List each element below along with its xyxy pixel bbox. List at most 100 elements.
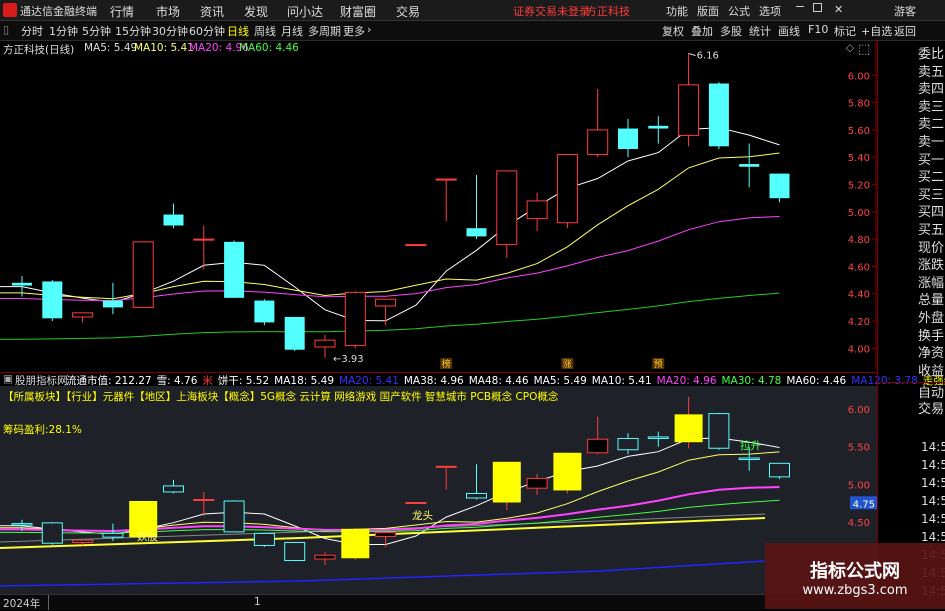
draw-line-button[interactable]: 画线 (778, 23, 800, 39)
candle-body (526, 200, 548, 220)
login-notice[interactable]: 证券交易未登录 (513, 3, 590, 19)
y-tick-label: 4.80 (848, 235, 870, 246)
multi-stock-button[interactable]: 多股 (720, 23, 742, 39)
candle-body (314, 339, 336, 348)
page-number: 1 (254, 596, 261, 608)
auto-trade-label[interactable]: 自动 (918, 387, 944, 400)
tab-period-15m[interactable]: 15分钟 (115, 23, 151, 39)
quote-label[interactable]: 买一 (918, 154, 944, 167)
quote-label[interactable]: 换手 (918, 330, 944, 343)
ma5-line (0, 127, 780, 322)
quote-label[interactable]: 委比 (918, 48, 944, 61)
maximize-mini-icon[interactable] (813, 3, 822, 12)
back-button[interactable]: 返回 (894, 23, 916, 39)
quote-label[interactable]: 买二 (918, 171, 944, 184)
quote-label[interactable]: 卖三 (918, 101, 944, 114)
quote-label[interactable]: 卖一 (918, 136, 944, 149)
y-tick-label: 4.40 (848, 290, 870, 301)
mark-button[interactable]: 标记 (834, 23, 856, 39)
chevron-right-icon[interactable]: › (367, 23, 371, 36)
quote-label[interactable]: 外盘 (918, 312, 944, 325)
stats-button[interactable]: 统计 (749, 23, 771, 39)
menu-item-options[interactable]: 选项 (759, 3, 781, 19)
tab-period-daily[interactable]: 日线 (227, 23, 249, 39)
quote-label[interactable]: 买四 (918, 206, 944, 219)
tick-time: 14:5 (921, 458, 945, 472)
current-value-label: 4.75 (853, 499, 875, 510)
menu-item-layout[interactable]: 版面 (697, 3, 719, 19)
panel-divider (878, 382, 945, 383)
candle-body (435, 178, 457, 181)
quote-label[interactable]: 卖二 (918, 118, 944, 131)
menu-item-trade[interactable]: 交易 (396, 3, 420, 20)
ind-ma20-line (0, 486, 780, 533)
indicator-chart[interactable]: 6.00 5.50 5.00 4.50 4.75 (0, 386, 877, 594)
candle-body (556, 153, 578, 224)
tab-period-more[interactable]: 更多 (343, 23, 365, 39)
tab-period-weekly[interactable]: 周线 (254, 23, 276, 39)
quote-label[interactable]: 卖五 (918, 66, 944, 79)
close-mini-icon[interactable]: ✕ (834, 3, 843, 16)
ind-candle-body (102, 532, 124, 538)
indicator-collapse-icon[interactable]: ▣ (3, 373, 13, 385)
menu-item-wealth[interactable]: 财富圈 (340, 3, 376, 20)
candlestick-chart[interactable]: 6.00 5.80 5.60 5.40 5.20 5.00 4.80 4.60 4.40 4.20… (0, 40, 877, 370)
candle-body (618, 128, 638, 150)
timeline-divider (48, 595, 49, 610)
quote-label[interactable]: 收益 (918, 365, 944, 378)
period-toolbar: ▯ 分时 1分钟 5分钟 15分钟 30分钟 60分钟 日线 周线 月线 多周期… (0, 21, 945, 41)
tab-period-5m[interactable]: 5分钟 (82, 23, 111, 39)
minimize-mini-icon[interactable] (796, 6, 804, 7)
menu-item-ask[interactable]: 问小达 (287, 3, 323, 20)
auto-trade-label[interactable]: 交易 (918, 403, 944, 416)
tab-period-multi[interactable]: 多周期 (308, 23, 341, 39)
ind-y-tick-label: 5.00 (848, 480, 870, 491)
ind-candle-body (193, 498, 215, 501)
quote-label[interactable]: 涨幅 (918, 277, 944, 290)
ind-candle-body (375, 532, 397, 537)
toolbar-collapse-icon[interactable]: ▯ (3, 23, 9, 36)
tab-period-monthly[interactable]: 月线 (281, 23, 303, 39)
tab-period-60m[interactable]: 60分钟 (189, 23, 225, 39)
candle-body (102, 300, 123, 308)
candle-body (193, 238, 215, 241)
guest-label[interactable]: 游客 (894, 3, 916, 19)
ind-candle-body (647, 436, 669, 439)
f10-button[interactable]: F10 (808, 23, 828, 36)
menu-item-function[interactable]: 功能 (666, 3, 688, 19)
candle-body (163, 214, 184, 226)
event-marker: 榜 (442, 358, 451, 370)
ind-candle-body (738, 457, 760, 461)
ma10-line (0, 152, 780, 300)
quote-label[interactable]: 买三 (918, 189, 944, 202)
quote-label[interactable]: 总量 (918, 294, 944, 307)
candle-body (769, 173, 790, 199)
tab-period-1m[interactable]: 1分钟 (49, 23, 78, 39)
candle-body (708, 83, 729, 147)
quote-label[interactable]: 净资 (918, 347, 944, 360)
menu-item-discover[interactable]: 发现 (244, 3, 268, 20)
adjust-button[interactable]: 复权 (662, 23, 684, 39)
menu-item-market[interactable]: 市场 (156, 3, 180, 20)
y-tick-label: 4.60 (848, 262, 870, 273)
menu-item-quotes[interactable]: 行情 (110, 3, 134, 20)
candle-body (132, 241, 154, 308)
quote-label[interactable]: 涨跌 (918, 259, 944, 272)
menu-item-news[interactable]: 资讯 (200, 3, 224, 20)
support-line-blue (0, 560, 766, 587)
quote-label[interactable]: 现价 (918, 242, 944, 255)
tab-period-30m[interactable]: 30分钟 (152, 23, 188, 39)
candle-body (42, 281, 63, 319)
quote-label[interactable]: 买五 (918, 224, 944, 237)
quote-label[interactable]: 卖四 (918, 83, 944, 96)
overlay-button[interactable]: 叠加 (691, 23, 713, 39)
tab-period-tick[interactable]: 分时 (21, 23, 43, 39)
add-watchlist-button[interactable]: +自选 (861, 23, 892, 39)
event-marker: 预 (654, 359, 663, 370)
ind-candle-body (674, 414, 703, 443)
menu-item-formula[interactable]: 公式 (728, 3, 750, 19)
ind-candle-body (41, 522, 63, 544)
timeline-bar[interactable]: 2024年 1 (0, 594, 765, 610)
stock-name-notice: 方正科技 (586, 5, 630, 18)
candle-body (466, 228, 487, 237)
